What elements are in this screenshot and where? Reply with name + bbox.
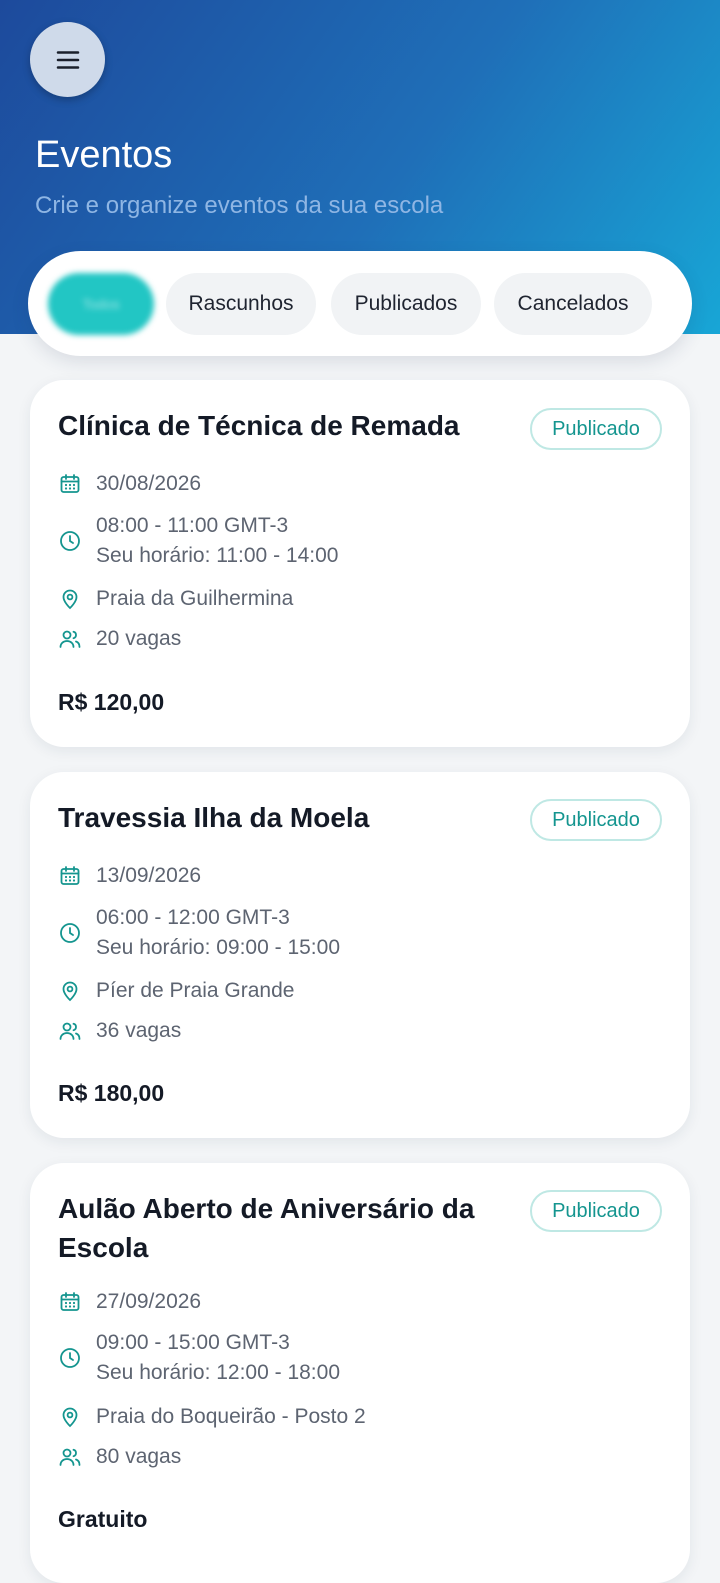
event-date: 27/09/2026 bbox=[96, 1290, 202, 1313]
event-title: Clínica de Técnica de Remada bbox=[58, 410, 460, 441]
filter-tab-todos[interactable]: Todos bbox=[48, 273, 154, 335]
event-location: Praia da Guilhermina bbox=[96, 587, 294, 610]
event-spots: 20 vagas bbox=[96, 627, 182, 650]
event-location: Píer de Praia Grande bbox=[96, 979, 295, 1002]
status-badge: Publicado bbox=[530, 799, 662, 841]
event-date: 13/09/2026 bbox=[96, 864, 202, 887]
location-pin-icon bbox=[62, 981, 78, 1002]
event-card[interactable]: Aulão Aberto de Aniversário da Escola Pu… bbox=[30, 1163, 690, 1583]
users-icon bbox=[59, 1448, 81, 1466]
clock-icon bbox=[60, 531, 80, 551]
event-local-time: Seu horário: 12:00 - 18:00 bbox=[96, 1361, 341, 1384]
calendar-icon bbox=[60, 474, 80, 493]
event-price: R$ 120,00 bbox=[58, 689, 165, 715]
page-title: Eventos bbox=[35, 134, 173, 176]
event-time: 06:00 - 12:00 GMT-3 bbox=[96, 906, 290, 929]
status-badge: Publicado bbox=[530, 1190, 662, 1232]
event-time: 08:00 - 11:00 GMT-3 bbox=[96, 514, 289, 537]
clock-icon bbox=[60, 1348, 80, 1368]
users-icon bbox=[59, 1022, 81, 1040]
event-spots: 36 vagas bbox=[96, 1019, 182, 1042]
status-badge: Publicado bbox=[530, 408, 662, 450]
menu-button[interactable] bbox=[30, 22, 105, 97]
event-price: Gratuito bbox=[58, 1506, 148, 1532]
filter-tab-publicados[interactable]: Publicados bbox=[331, 273, 481, 335]
hamburger-menu-icon bbox=[56, 50, 79, 69]
event-location: Praia do Boqueirão - Posto 2 bbox=[96, 1405, 366, 1428]
location-pin-icon bbox=[62, 1407, 78, 1428]
event-card[interactable]: Clínica de Técnica de Remada Publicado 3… bbox=[30, 380, 690, 747]
event-card[interactable]: Travessia Ilha da Moela Publicado 13/09/… bbox=[30, 772, 690, 1138]
page-subtitle: Crie e organize eventos da sua escola bbox=[35, 192, 444, 219]
event-time: 09:00 - 15:00 GMT-3 bbox=[96, 1331, 290, 1354]
event-spots: 80 vagas bbox=[96, 1445, 182, 1468]
location-pin-icon bbox=[62, 589, 78, 610]
event-title: Aulão Aberto de Aniversário da Escola bbox=[58, 1193, 475, 1263]
calendar-icon bbox=[60, 866, 80, 885]
event-local-time: Seu horário: 11:00 - 14:00 bbox=[96, 544, 339, 567]
event-date: 30/08/2026 bbox=[96, 472, 202, 495]
filter-tab-rascunhos[interactable]: Rascunhos bbox=[166, 273, 316, 335]
filter-tabs: Todos Rascunhos Publicados Cancelados bbox=[28, 251, 692, 356]
filter-tab-cancelados[interactable]: Cancelados bbox=[494, 273, 652, 335]
calendar-icon bbox=[60, 1292, 80, 1311]
event-local-time: Seu horário: 09:00 - 15:00 bbox=[96, 936, 341, 959]
event-price: R$ 180,00 bbox=[58, 1080, 165, 1106]
clock-icon bbox=[60, 923, 80, 943]
users-icon bbox=[59, 630, 81, 648]
event-title: Travessia Ilha da Moela bbox=[58, 802, 370, 833]
